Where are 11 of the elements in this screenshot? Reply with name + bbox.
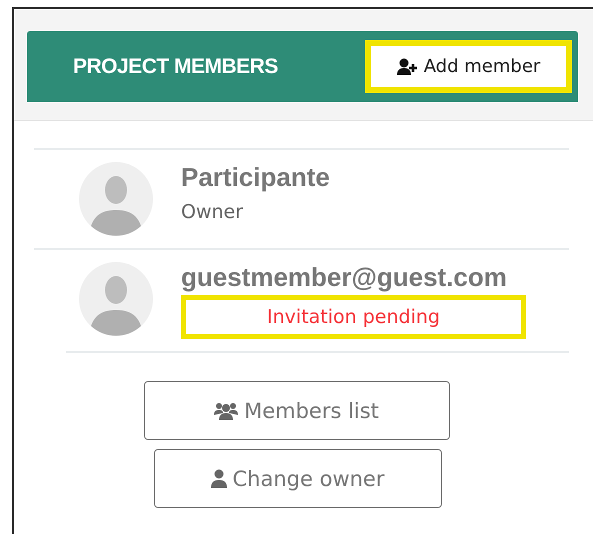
add-user-icon bbox=[396, 58, 419, 76]
change-owner-button[interactable]: Change owner bbox=[154, 449, 442, 508]
invitation-status: Invitation pending bbox=[181, 295, 526, 339]
panel-title: PROJECT MEMBERS bbox=[73, 54, 278, 78]
member-role: Owner bbox=[181, 201, 244, 223]
users-icon bbox=[214, 402, 238, 420]
add-member-button[interactable]: Add member bbox=[365, 40, 572, 93]
member-name: Participante bbox=[181, 162, 330, 193]
user-icon bbox=[210, 469, 227, 488]
members-list-button[interactable]: Members list bbox=[144, 381, 450, 440]
member-name: guestmember@guest.com bbox=[181, 262, 508, 293]
